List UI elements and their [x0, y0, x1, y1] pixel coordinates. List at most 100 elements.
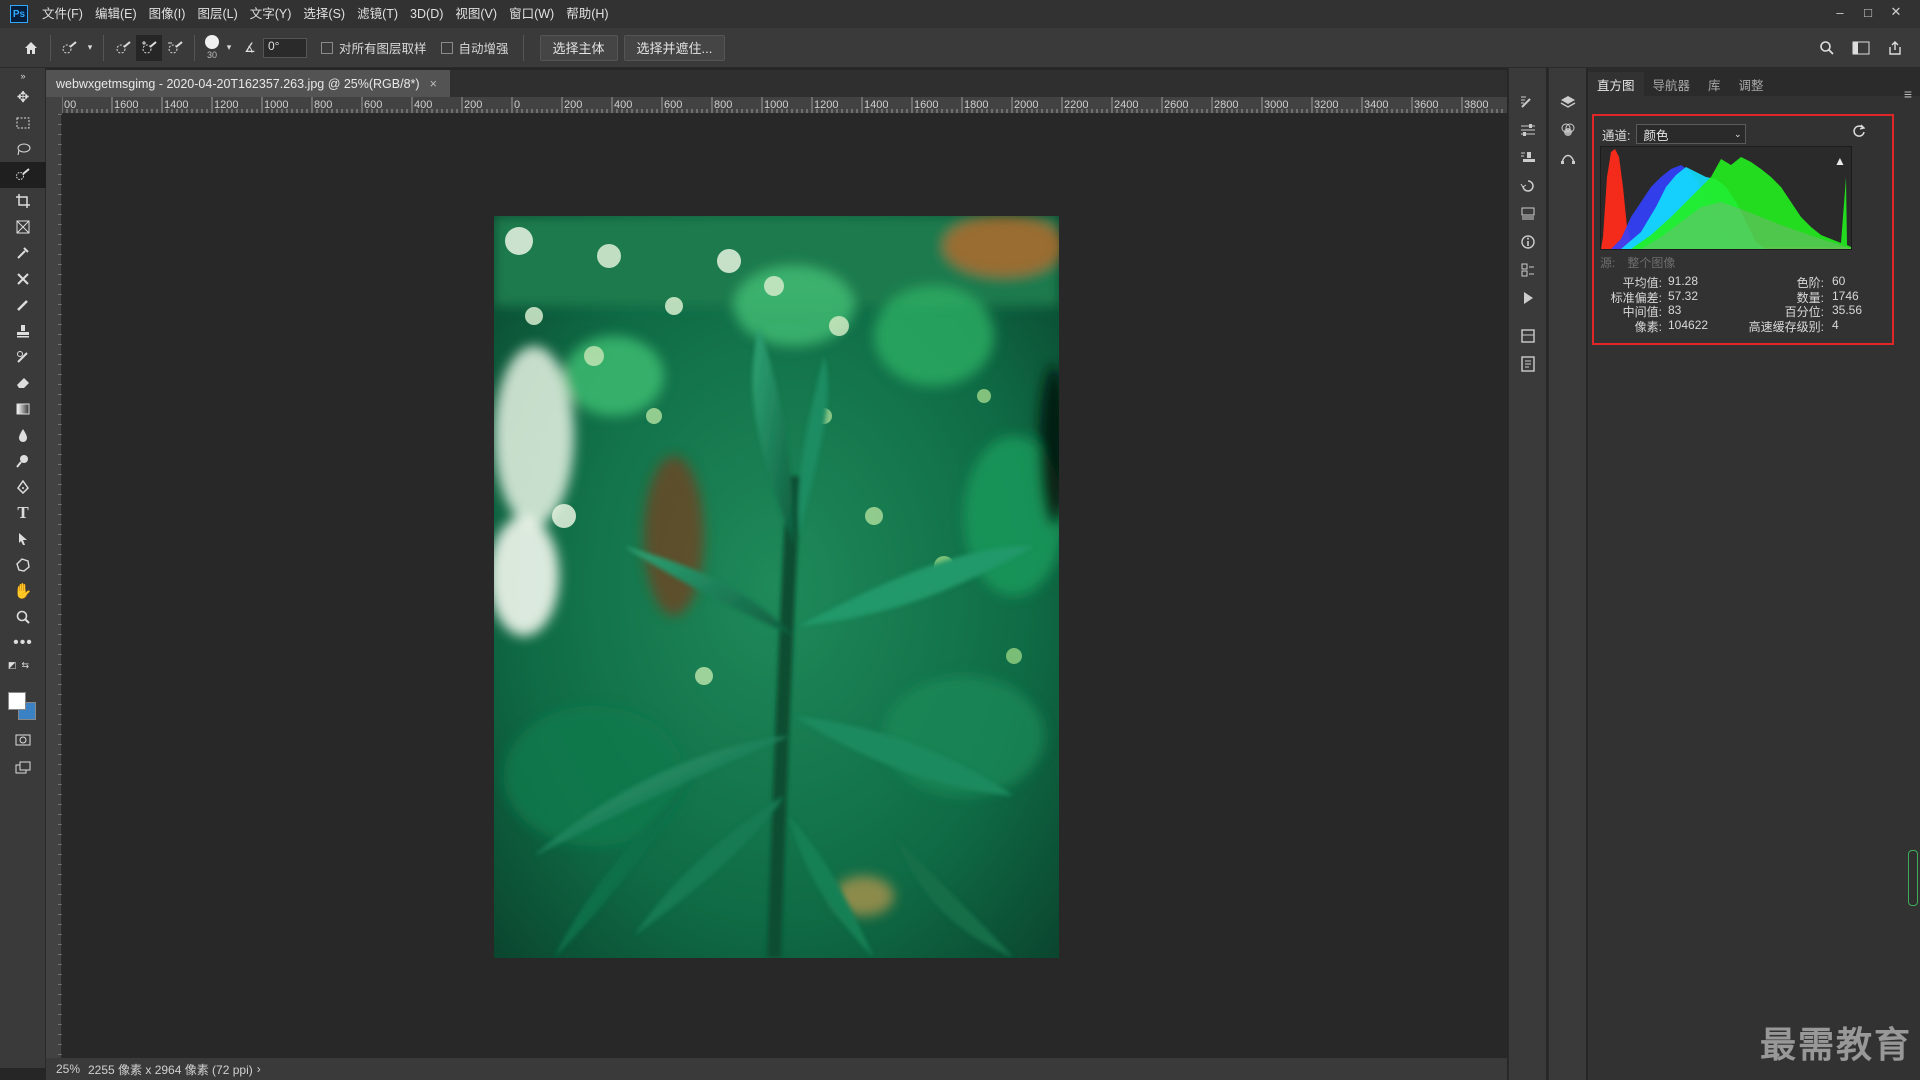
- gradient-tool-icon[interactable]: [0, 396, 46, 422]
- horizontal-ruler[interactable]: 00 1600 1400 1200 1000 800 600 400 200 0 200 400 600…: [62, 97, 1507, 114]
- layer-comps-icon[interactable]: [1509, 322, 1547, 350]
- blur-tool-icon[interactable]: [0, 422, 46, 448]
- document-tab[interactable]: webwxgetmsgimg - 2020-04-20T162357.263.j…: [46, 70, 450, 97]
- quick-mask-icon[interactable]: [0, 727, 46, 753]
- shape-tool-icon[interactable]: [0, 552, 46, 578]
- panel-scrollbar[interactable]: [1908, 850, 1918, 906]
- actions-play-icon[interactable]: [1509, 284, 1547, 312]
- vertical-ruler[interactable]: [46, 114, 62, 1058]
- tab-libraries[interactable]: 库: [1699, 72, 1730, 96]
- quick-selection-tool-icon[interactable]: [0, 162, 46, 188]
- search-icon[interactable]: [1814, 35, 1840, 61]
- eyedropper-tool-icon[interactable]: [0, 240, 46, 266]
- frame-tool-icon[interactable]: [0, 214, 46, 240]
- ruler-label: 0: [514, 99, 520, 111]
- healing-brush-tool-icon[interactable]: [0, 266, 46, 292]
- menu-type[interactable]: 文字(Y): [244, 0, 298, 28]
- menu-edit[interactable]: 编辑(E): [89, 0, 143, 28]
- minimize-button[interactable]: –: [1826, 0, 1854, 24]
- clone-stamp-tool-icon[interactable]: [0, 318, 46, 344]
- foreground-color-swatch[interactable]: [8, 692, 26, 710]
- maximize-button[interactable]: □: [1854, 0, 1882, 24]
- paths-icon[interactable]: [1549, 144, 1587, 172]
- workspace-icon[interactable]: [1848, 35, 1874, 61]
- home-icon[interactable]: [18, 35, 44, 61]
- history-brush-tool-icon[interactable]: [0, 344, 46, 370]
- character-icon[interactable]: [1509, 200, 1547, 228]
- percentile-label: 百分位:: [1784, 305, 1824, 319]
- photoshop-logo-icon: Ps: [10, 5, 28, 23]
- status-menu-arrow-icon[interactable]: ›: [257, 1062, 261, 1076]
- share-icon[interactable]: [1882, 35, 1908, 61]
- document-image[interactable]: [494, 216, 1059, 958]
- panel-icon-column-2: [1548, 68, 1586, 1080]
- auto-enhance-checkbox[interactable]: [440, 41, 453, 54]
- chevron-down-icon[interactable]: ▾: [223, 35, 235, 61]
- menu-layer[interactable]: 图层(L): [191, 0, 243, 28]
- ruler-label: 2200: [1064, 99, 1088, 111]
- sample-all-layers-checkbox[interactable]: [321, 41, 333, 54]
- tab-navigator[interactable]: 导航器: [1644, 72, 1700, 96]
- menu-select[interactable]: 选择(S): [297, 0, 351, 28]
- history-icon[interactable]: [1509, 172, 1547, 200]
- menu-window[interactable]: 窗口(W): [503, 0, 560, 28]
- panel-menu-icon[interactable]: ≡: [1904, 86, 1912, 102]
- refresh-icon[interactable]: [1852, 124, 1866, 141]
- ruler-label: 1800: [964, 99, 988, 111]
- histogram-panel: 直方图 导航器 库 调整 ≡ 通道: 颜色 ⌄ ▲ 源: 整个图像 平均值: 9…: [1588, 68, 1920, 1080]
- brush-settings-icon[interactable]: [1509, 88, 1547, 116]
- default-colors-icon[interactable]: ◩ ⇆: [0, 656, 46, 674]
- menu-filter[interactable]: 滤镜(T): [351, 0, 404, 28]
- hand-tool-icon[interactable]: ✋: [0, 578, 46, 604]
- info-icon[interactable]: [1509, 228, 1547, 256]
- tab-adjustments[interactable]: 调整: [1730, 72, 1773, 96]
- type-tool-icon[interactable]: T: [0, 500, 46, 526]
- document-info: 2255 像素 x 2964 像素 (72 ppi): [88, 1062, 253, 1077]
- clone-source-icon[interactable]: [1509, 144, 1547, 172]
- chevron-down-icon[interactable]: ▾: [83, 35, 97, 61]
- brush-size: 30: [206, 50, 217, 60]
- menu-3d[interactable]: 3D(D): [404, 0, 449, 28]
- select-subject-button[interactable]: 选择主体: [539, 34, 618, 61]
- close-tab-icon[interactable]: ×: [430, 77, 437, 91]
- percentile-value: 35.56: [1832, 303, 1863, 317]
- more-tools-icon[interactable]: •••: [0, 630, 46, 656]
- dodge-tool-icon[interactable]: [0, 448, 46, 474]
- brush-tool-icon[interactable]: [0, 292, 46, 318]
- menu-view[interactable]: 视图(V): [449, 0, 503, 28]
- brush-picker[interactable]: 30: [205, 35, 219, 60]
- lasso-tool-icon[interactable]: [0, 136, 46, 162]
- angle-input[interactable]: 0°: [263, 37, 307, 58]
- pixels-label: 像素:: [1634, 319, 1662, 334]
- crop-tool-icon[interactable]: [0, 188, 46, 214]
- ruler-label: 3200: [1314, 99, 1338, 111]
- menu-image[interactable]: 图像(I): [143, 0, 192, 28]
- tab-histogram[interactable]: 直方图: [1588, 72, 1644, 96]
- path-selection-tool-icon[interactable]: [0, 526, 46, 552]
- screen-mode-icon[interactable]: [0, 755, 46, 781]
- pen-tool-icon[interactable]: [0, 474, 46, 500]
- zoom-level[interactable]: 25%: [46, 1062, 86, 1076]
- add-to-selection-icon[interactable]: [136, 34, 162, 61]
- quick-selection-preset-icon[interactable]: [57, 35, 83, 61]
- eraser-tool-icon[interactable]: [0, 370, 46, 396]
- properties-icon[interactable]: [1509, 116, 1547, 144]
- select-and-mask-button[interactable]: 选择并遮住...: [623, 34, 726, 61]
- menu-file[interactable]: 文件(F): [36, 0, 89, 28]
- notes-icon[interactable]: [1509, 350, 1547, 378]
- channel-select[interactable]: 颜色 ⌄: [1636, 124, 1747, 144]
- move-tool-icon[interactable]: ✥: [0, 84, 46, 110]
- zoom-tool-icon[interactable]: [0, 604, 46, 630]
- stat-row: 标准偏差: 57.32 数量: 1746: [1600, 289, 1886, 305]
- close-window-button[interactable]: ✕: [1882, 0, 1910, 24]
- warning-icon[interactable]: ▲: [1834, 154, 1846, 168]
- swatches-icon[interactable]: [1509, 256, 1547, 284]
- layers-icon[interactable]: [1549, 88, 1587, 116]
- collapse-arrow-icon[interactable]: »: [0, 68, 46, 84]
- menu-help[interactable]: 帮助(H): [560, 0, 614, 28]
- channels-icon[interactable]: [1549, 116, 1587, 144]
- marquee-tool-icon[interactable]: [0, 110, 46, 136]
- subtract-from-selection-icon[interactable]: [162, 35, 188, 61]
- source-value[interactable]: 整个图像: [1627, 254, 1675, 271]
- new-selection-icon[interactable]: [110, 35, 136, 61]
